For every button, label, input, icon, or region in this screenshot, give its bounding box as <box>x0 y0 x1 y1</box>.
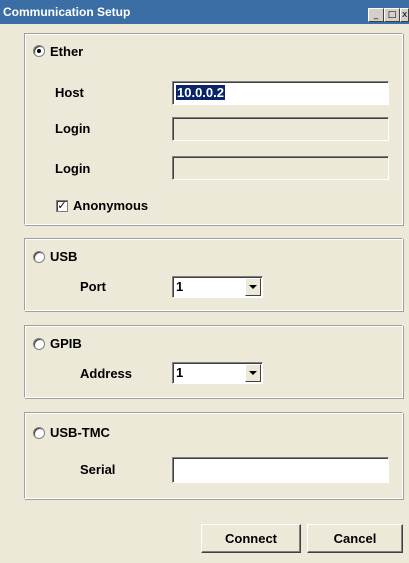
host-input[interactable]: 10.0.0.2 <box>172 81 389 105</box>
usbtmc-label: USB-TMC <box>50 425 110 440</box>
gpib-radio[interactable] <box>33 338 45 350</box>
login-input-1[interactable] <box>172 117 389 141</box>
gpib-label: GPIB <box>50 336 82 351</box>
window-title: Communication Setup <box>3 5 131 19</box>
communication-setup-window: Communication Setup _ □ x Ether Host 10.… <box>0 0 409 563</box>
login-label-2: Login <box>55 161 91 176</box>
host-value: 10.0.0.2 <box>176 85 225 100</box>
ether-radio[interactable] <box>33 45 45 57</box>
connect-button[interactable]: Connect <box>201 524 301 553</box>
usb-radio[interactable] <box>33 251 45 263</box>
host-label: Host <box>55 85 84 100</box>
minimize-icon[interactable]: _ <box>368 8 384 22</box>
anonymous-label: Anonymous <box>73 198 149 213</box>
maximize-icon[interactable]: □ <box>384 8 400 22</box>
serial-label: Serial <box>80 462 116 477</box>
address-select[interactable]: 1 <box>172 362 263 384</box>
ether-label: Ether <box>50 44 84 59</box>
usb-group <box>24 238 403 311</box>
cancel-button[interactable]: Cancel <box>307 524 403 553</box>
address-value: 1 <box>176 365 184 380</box>
close-icon[interactable]: x <box>400 8 409 22</box>
chevron-down-icon[interactable] <box>245 278 261 296</box>
usb-label: USB <box>50 249 78 264</box>
login-label-1: Login <box>55 121 91 136</box>
port-value: 1 <box>176 279 184 294</box>
port-label: Port <box>80 279 106 294</box>
address-label: Address <box>80 366 133 381</box>
serial-input[interactable] <box>172 457 389 483</box>
port-select[interactable]: 1 <box>172 276 263 298</box>
login-input-2[interactable] <box>172 156 389 180</box>
usbtmc-radio[interactable] <box>33 427 45 439</box>
chevron-down-icon[interactable] <box>245 364 261 382</box>
title-bar[interactable]: Communication Setup <box>0 0 409 24</box>
anonymous-checkbox[interactable]: ✓ <box>56 200 68 212</box>
